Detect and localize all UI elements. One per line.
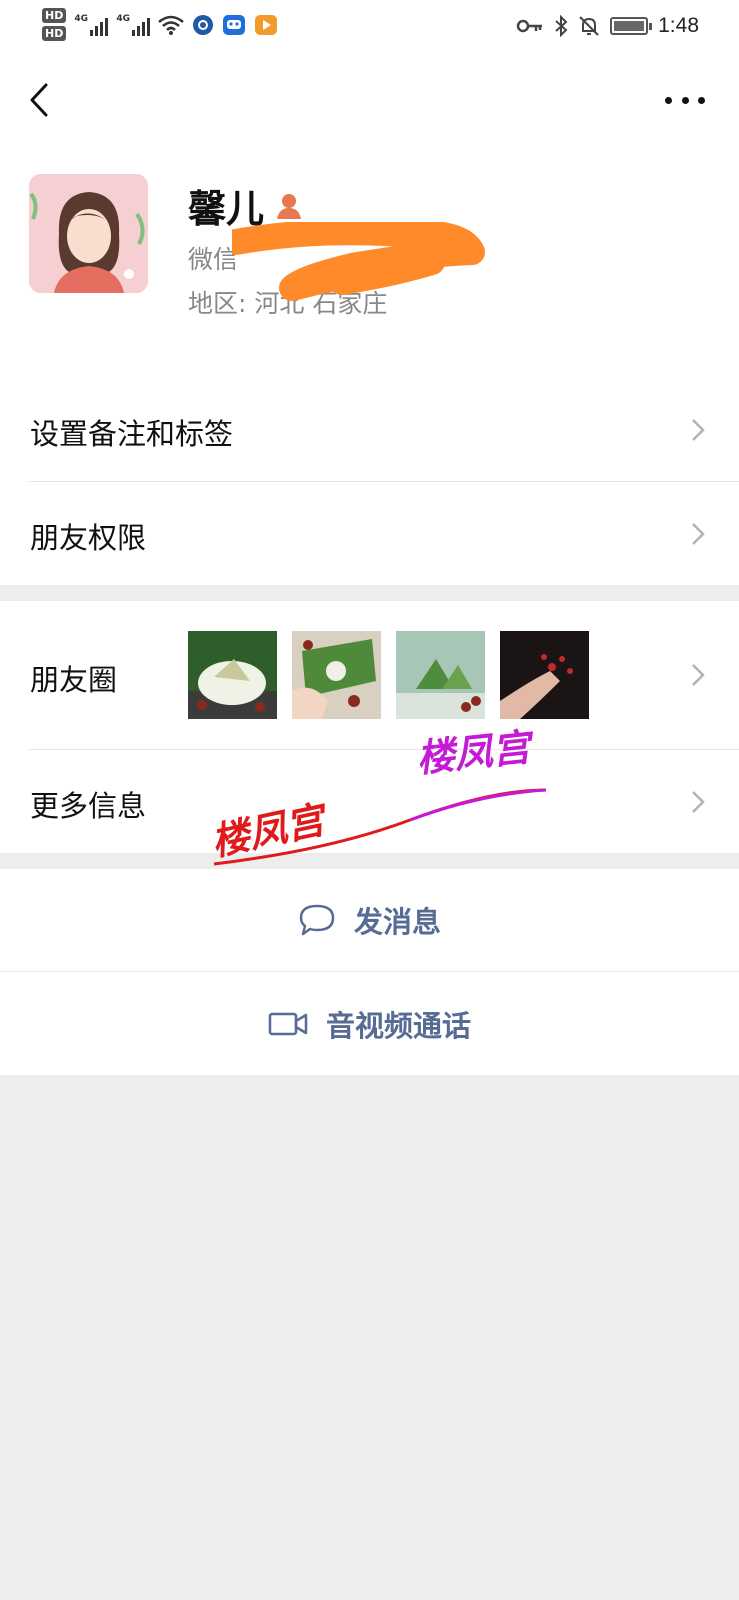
send-message-button[interactable]: 发消息 [0, 869, 739, 971]
browser-app-icon [193, 14, 214, 35]
status-bar: HD HD 4G 4G 1:48 [0, 0, 739, 56]
robot-app-icon [223, 14, 246, 35]
hd-badge-1: HD [42, 8, 67, 23]
chevron-right-icon [692, 664, 705, 686]
signal-icon-2: 4G [116, 13, 151, 36]
remark-tags-label: 设置备注和标签 [30, 417, 234, 451]
hd-badge-2: HD [42, 26, 67, 41]
status-time: 1:48 [658, 14, 699, 37]
chevron-right-icon [692, 419, 705, 441]
avatar[interactable] [29, 174, 148, 293]
chevron-right-icon [692, 523, 705, 545]
chat-bubble-icon [299, 904, 335, 936]
actions-group: 发消息 音视频通话 [0, 869, 739, 1075]
video-call-label: 音视频通话 [325, 1008, 471, 1043]
key-icon [516, 19, 543, 33]
video-call-button[interactable]: 音视频通话 [0, 972, 739, 1075]
more-info-label: 更多信息 [30, 789, 147, 823]
moments-photo[interactable] [500, 631, 589, 719]
top-nav [0, 56, 739, 144]
female-icon [277, 193, 302, 219]
settings-group: 设置备注和标签 朋友权限 [0, 378, 739, 585]
permissions-label: 朋友权限 [30, 521, 147, 555]
video-camera-icon [268, 1012, 308, 1035]
network-type-2: 4G [116, 13, 130, 24]
chevron-left-icon[interactable] [26, 80, 54, 120]
wechat-id-label: 微信 [188, 245, 239, 274]
more-horizontal-icon[interactable] [665, 88, 705, 112]
moments-photo[interactable] [292, 631, 381, 719]
permissions-row[interactable]: 朋友权限 [0, 482, 739, 585]
video-app-icon [255, 14, 278, 35]
mute-notifications-icon [579, 16, 599, 36]
moments-photo[interactable] [396, 631, 485, 719]
network-type-1: 4G [74, 13, 88, 24]
moments-row[interactable]: 朋友圈 [0, 601, 739, 749]
moments-label: 朋友圈 [30, 663, 118, 697]
chevron-right-icon [692, 791, 705, 813]
wifi-icon [158, 15, 185, 35]
send-message-label: 发消息 [353, 905, 441, 939]
redaction-scribble [232, 222, 485, 301]
bluetooth-icon [555, 15, 568, 37]
battery-icon [610, 17, 653, 35]
signal-icon-1: 4G [74, 13, 109, 36]
remark-tags-row[interactable]: 设置备注和标签 [0, 378, 739, 481]
moments-photo[interactable] [188, 631, 277, 719]
